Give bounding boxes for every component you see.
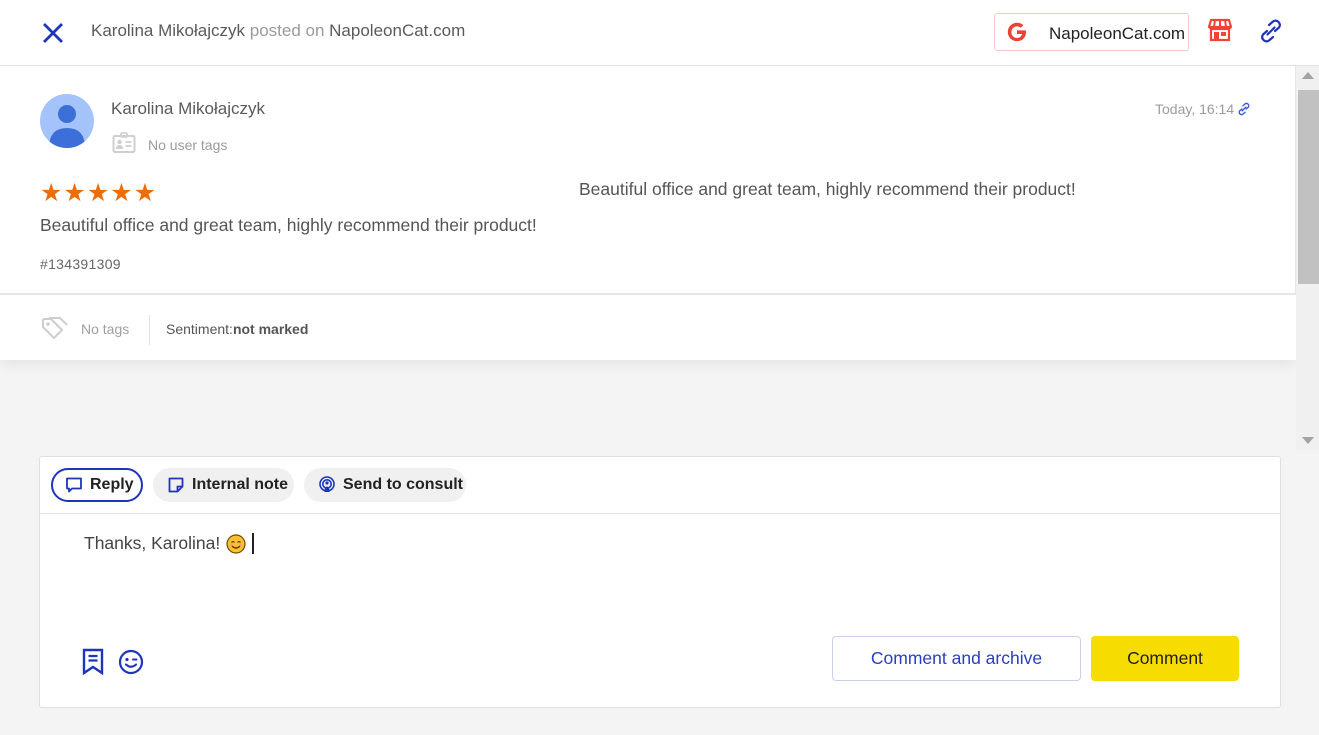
tab-label: Send to consult — [343, 476, 463, 493]
sentiment-label: Sentiment: — [166, 321, 233, 337]
scroll-thumb[interactable] — [1298, 90, 1319, 284]
tab-internal-note[interactable]: Internal note — [153, 468, 294, 502]
star-icon: ★ — [86, 179, 110, 207]
post-timestamp: Today, 16:14 — [1155, 101, 1251, 117]
sentiment-value: not marked — [232, 321, 309, 337]
star-icon: ★ — [133, 179, 157, 207]
tag-icon[interactable] — [40, 315, 68, 343]
post-card: Karolina Mikołajczyk No user tags Today,… — [0, 66, 1296, 360]
tab-label: Internal note — [192, 476, 289, 493]
composer-tabs: Reply Internal note Send to consult — [40, 457, 1280, 514]
store-icon[interactable] — [1206, 16, 1234, 44]
header-source: NapoleonCat.com — [329, 21, 466, 40]
comment-and-archive-button[interactable]: Comment and archive — [832, 636, 1081, 681]
top-bar: Karolina Mikołajczyk posted on NapoleonC… — [0, 0, 1319, 66]
close-button[interactable] — [38, 18, 68, 48]
timestamp-text: Today, 16:14 — [1155, 101, 1235, 117]
note-icon — [167, 476, 185, 494]
sentiment[interactable]: Sentiment:not marked — [166, 321, 308, 337]
reply-composer: Reply Internal note Send to consult Than… — [39, 456, 1281, 708]
post-footer: No tags Sentiment:not marked — [0, 293, 1296, 360]
tab-send-to-consult[interactable]: Send to consult — [304, 468, 466, 502]
google-icon — [1005, 20, 1029, 44]
avatar — [40, 94, 94, 148]
consult-icon — [318, 476, 336, 494]
reply-text: Thanks, Karolina! — [84, 533, 221, 553]
user-tags-label[interactable]: No user tags — [148, 137, 227, 153]
comment-button[interactable]: Comment — [1091, 636, 1239, 681]
source-badge[interactable]: NapoleonCat.com — [994, 13, 1189, 51]
review-body: Beautiful office and great team, highly … — [40, 215, 537, 235]
link-icon[interactable] — [1258, 18, 1284, 44]
post-header-title: Karolina Mikołajczyk posted on NapoleonC… — [91, 21, 465, 41]
source-badge-label: NapoleonCat.com — [1049, 23, 1186, 43]
link-icon[interactable] — [1237, 102, 1251, 116]
scroll-up-arrow-icon[interactable] — [1302, 72, 1314, 79]
star-icon: ★ — [110, 179, 133, 207]
review-title: Beautiful office and great team, highly … — [579, 179, 1076, 199]
id-card-icon — [112, 132, 136, 153]
text-caret — [252, 533, 254, 554]
star-rating: ★ ★ ★ ★ ★ — [40, 181, 156, 206]
star-icon: ★ — [40, 179, 63, 207]
tab-reply[interactable]: Reply — [51, 468, 143, 502]
post-panel: Karolina Mikołajczyk No user tags Today,… — [0, 66, 1296, 450]
chat-bubble-icon — [65, 476, 83, 494]
smiling-emoji-icon — [226, 533, 246, 554]
tags-label[interactable]: No tags — [81, 321, 129, 337]
user-avatar-icon — [49, 105, 85, 148]
close-icon — [43, 23, 63, 43]
divider — [149, 315, 150, 345]
scrollbar[interactable] — [1296, 66, 1319, 450]
reply-input[interactable]: Thanks, Karolina! — [84, 533, 254, 554]
scroll-down-arrow-icon[interactable] — [1302, 437, 1314, 444]
emoji-picker-icon[interactable] — [118, 649, 144, 675]
saved-replies-icon[interactable] — [81, 648, 105, 675]
star-icon: ★ — [63, 179, 86, 207]
tab-label: Reply — [90, 476, 134, 493]
header-author: Karolina Mikołajczyk — [91, 21, 245, 40]
author-name[interactable]: Karolina Mikołajczyk — [111, 99, 265, 119]
header-posted-on: posted on — [249, 21, 325, 40]
post-id: #134391309 — [40, 256, 121, 272]
